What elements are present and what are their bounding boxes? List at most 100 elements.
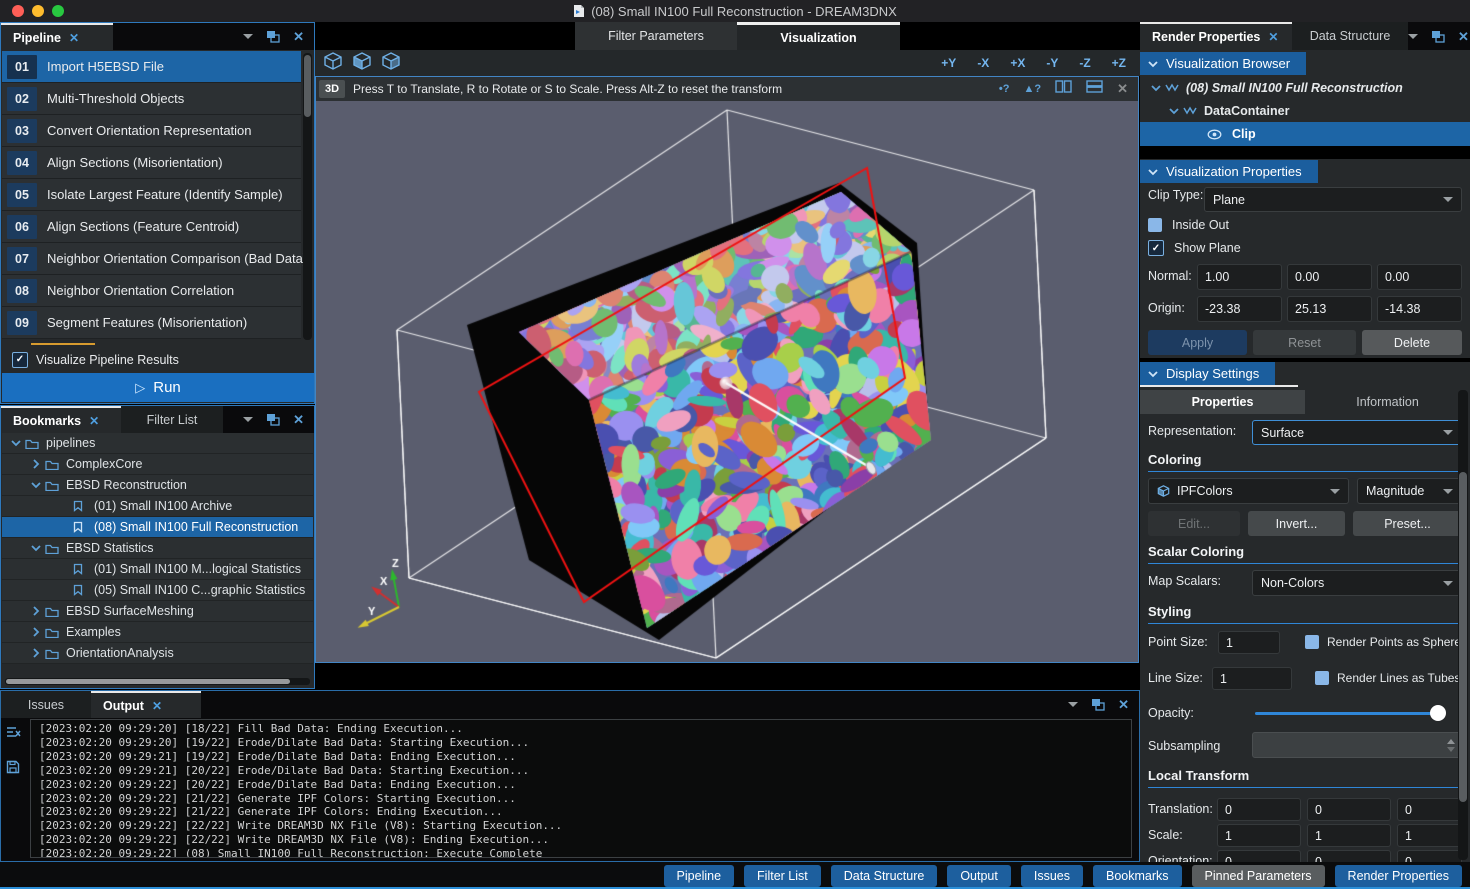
statusbar-pinned-parameters-button[interactable]: Pinned Parameters xyxy=(1192,865,1325,887)
chevron-down-icon[interactable] xyxy=(28,480,44,490)
subsampling-spinbox[interactable] xyxy=(1252,732,1462,758)
close-panel-icon[interactable]: ✕ xyxy=(1458,30,1469,43)
edit-button[interactable]: Edit... xyxy=(1148,511,1240,536)
undock-icon[interactable] xyxy=(1091,698,1105,711)
browser-node-clip[interactable]: Clip xyxy=(1140,122,1470,146)
delete-button[interactable]: Delete xyxy=(1362,330,1462,355)
tree-item-ebsd-reconstruction[interactable]: EBSD Reconstruction xyxy=(2,475,313,496)
preset-button[interactable]: Preset... xyxy=(1353,511,1462,536)
run-button[interactable]: ▷ Run xyxy=(2,373,314,402)
reset-button[interactable]: Reset xyxy=(1253,330,1356,355)
scale-z-field[interactable]: 1 xyxy=(1397,824,1462,847)
chevron-down-icon[interactable] xyxy=(1408,34,1418,39)
origin-z-field[interactable]: -14.38 xyxy=(1377,296,1462,322)
translation-z-field[interactable]: 0 xyxy=(1397,798,1462,821)
tab-render-properties[interactable]: Render Properties ✕ xyxy=(1140,22,1292,50)
map-scalars-dropdown[interactable]: Non-Colors xyxy=(1252,570,1462,596)
close-panel-icon[interactable]: ✕ xyxy=(1118,698,1129,711)
close-view-icon[interactable]: ✕ xyxy=(1117,81,1128,97)
inside-out-checkbox[interactable] xyxy=(1148,218,1162,232)
translation-x-field[interactable]: 0 xyxy=(1217,798,1301,821)
origin-y-field[interactable]: 25.13 xyxy=(1287,296,1372,322)
point-help-icon[interactable]: •? xyxy=(999,83,1010,95)
save-output-icon[interactable] xyxy=(6,760,21,779)
pipeline-step[interactable]: 02 Multi-Threshold Objects xyxy=(2,83,301,115)
tree-item-ebsd-surfacemeshing[interactable]: EBSD SurfaceMeshing xyxy=(2,601,313,622)
statusbar-data-structure-button[interactable]: Data Structure xyxy=(831,865,938,887)
normal-z-field[interactable]: 0.00 xyxy=(1377,264,1462,290)
view-minus-z-button[interactable]: -Z xyxy=(1073,56,1096,70)
browser-node-pipeline[interactable]: (08) Small IN100 Full Reconstruction xyxy=(1140,76,1470,99)
show-plane-checkbox[interactable]: ✓ xyxy=(1148,240,1164,256)
opacity-slider-track[interactable] xyxy=(1255,712,1441,715)
view-minus-y-button[interactable]: -Y xyxy=(1040,56,1064,70)
view-minus-x-button[interactable]: -X xyxy=(971,56,995,70)
statusbar-pipeline-button[interactable]: Pipeline xyxy=(664,865,734,887)
point-size-field[interactable]: 1 xyxy=(1218,631,1280,654)
close-tab-icon[interactable]: ✕ xyxy=(69,32,79,44)
undock-icon[interactable] xyxy=(266,30,280,43)
representation-dropdown[interactable]: Surface xyxy=(1252,420,1462,445)
spin-down-icon[interactable] xyxy=(1447,747,1455,752)
split-vertical-icon[interactable] xyxy=(1055,80,1072,98)
statusbar-output-button[interactable]: Output xyxy=(947,865,1011,887)
statusbar-filter-list-button[interactable]: Filter List xyxy=(744,865,821,887)
normal-y-field[interactable]: 0.00 xyxy=(1287,264,1372,290)
view-plus-z-button[interactable]: +Z xyxy=(1106,56,1132,70)
view-plus-x-button[interactable]: +X xyxy=(1004,56,1031,70)
chevron-right-icon[interactable] xyxy=(28,459,44,469)
view-plus-y-button[interactable]: +Y xyxy=(935,56,962,70)
clear-output-icon[interactable] xyxy=(6,725,21,744)
chevron-down-icon[interactable] xyxy=(1166,106,1182,116)
translation-y-field[interactable]: 0 xyxy=(1307,798,1391,821)
pipeline-step[interactable]: 08 Neighbor Orientation Correlation xyxy=(2,275,301,307)
invert-button[interactable]: Invert... xyxy=(1248,511,1345,536)
camera-help-icon[interactable]: ▲? xyxy=(1023,83,1041,95)
undock-icon[interactable] xyxy=(1431,30,1445,43)
scale-y-field[interactable]: 1 xyxy=(1307,824,1391,847)
pipeline-step[interactable]: 07 Neighbor Orientation Comparison (Bad … xyxy=(2,243,301,275)
browser-node-datacontainer[interactable]: DataContainer xyxy=(1140,99,1470,122)
tab-data-structure[interactable]: Data Structure xyxy=(1292,22,1408,50)
chevron-down-icon[interactable] xyxy=(8,438,24,448)
apply-button[interactable]: Apply xyxy=(1148,330,1247,355)
tab-pipeline[interactable]: Pipeline ✕ xyxy=(1,23,113,50)
tab-filter-list[interactable]: Filter List xyxy=(121,406,223,433)
tree-item-examples[interactable]: Examples xyxy=(2,622,313,643)
chevron-down-icon[interactable] xyxy=(28,543,44,553)
tab-information[interactable]: Information xyxy=(1305,390,1470,414)
tab-properties[interactable]: Properties xyxy=(1140,390,1305,414)
visualize-results-checkbox[interactable]: ✓ xyxy=(12,352,28,368)
tree-item-complexcore[interactable]: ComplexCore xyxy=(2,454,313,475)
coloring-component-dropdown[interactable]: Magnitude xyxy=(1357,478,1462,504)
opacity-slider-handle[interactable] xyxy=(1430,705,1446,721)
tree-item-orientationanalysis[interactable]: OrientationAnalysis xyxy=(2,643,313,664)
tab-issues[interactable]: Issues xyxy=(1,691,91,718)
close-panel-icon[interactable]: ✕ xyxy=(293,30,304,43)
tree-item-pipelines[interactable]: pipelines xyxy=(2,433,313,454)
tab-visualization[interactable]: Visualization xyxy=(737,22,900,50)
statusbar-bookmarks-button[interactable]: Bookmarks xyxy=(1093,865,1182,887)
cube-wireframe-icon[interactable] xyxy=(323,52,343,75)
close-tab-icon[interactable]: ✕ xyxy=(1268,31,1278,43)
pipeline-step[interactable]: 04 Align Sections (Misorientation) xyxy=(2,147,301,179)
tree-item-morphological-statistics[interactable]: (01) Small IN100 M...logical Statistics xyxy=(2,559,313,580)
output-console[interactable]: [2023:02:20 09:29:20] [18/22] Fill Bad D… xyxy=(30,719,1132,858)
normal-x-field[interactable]: 1.00 xyxy=(1197,264,1282,290)
chevron-down-icon[interactable] xyxy=(1068,702,1078,707)
tree-item-ebsd-statistics[interactable]: EBSD Statistics xyxy=(2,538,313,559)
visualization-properties-header[interactable]: Visualization Properties xyxy=(1140,160,1318,183)
tree-item-small-in100-full-reconstruction[interactable]: (08) Small IN100 Full Reconstruction xyxy=(2,517,313,538)
eye-icon[interactable] xyxy=(1206,129,1222,140)
tree-item-small-in100-archive[interactable]: (01) Small IN100 Archive xyxy=(2,496,313,517)
pipeline-step[interactable]: 03 Convert Orientation Representation xyxy=(2,115,301,147)
chevron-down-icon[interactable] xyxy=(243,417,253,422)
tab-output[interactable]: Output ✕ xyxy=(91,691,201,718)
cube-solid-icon[interactable] xyxy=(352,52,372,75)
origin-x-field[interactable]: -23.38 xyxy=(1197,296,1282,322)
split-horizontal-icon[interactable] xyxy=(1086,80,1103,98)
coloring-array-dropdown[interactable]: IPFColors xyxy=(1148,478,1349,504)
chevron-down-icon[interactable] xyxy=(243,34,253,39)
display-settings-header[interactable]: Display Settings xyxy=(1140,362,1275,385)
pipeline-step[interactable]: 01 Import H5EBSD File xyxy=(2,51,301,83)
